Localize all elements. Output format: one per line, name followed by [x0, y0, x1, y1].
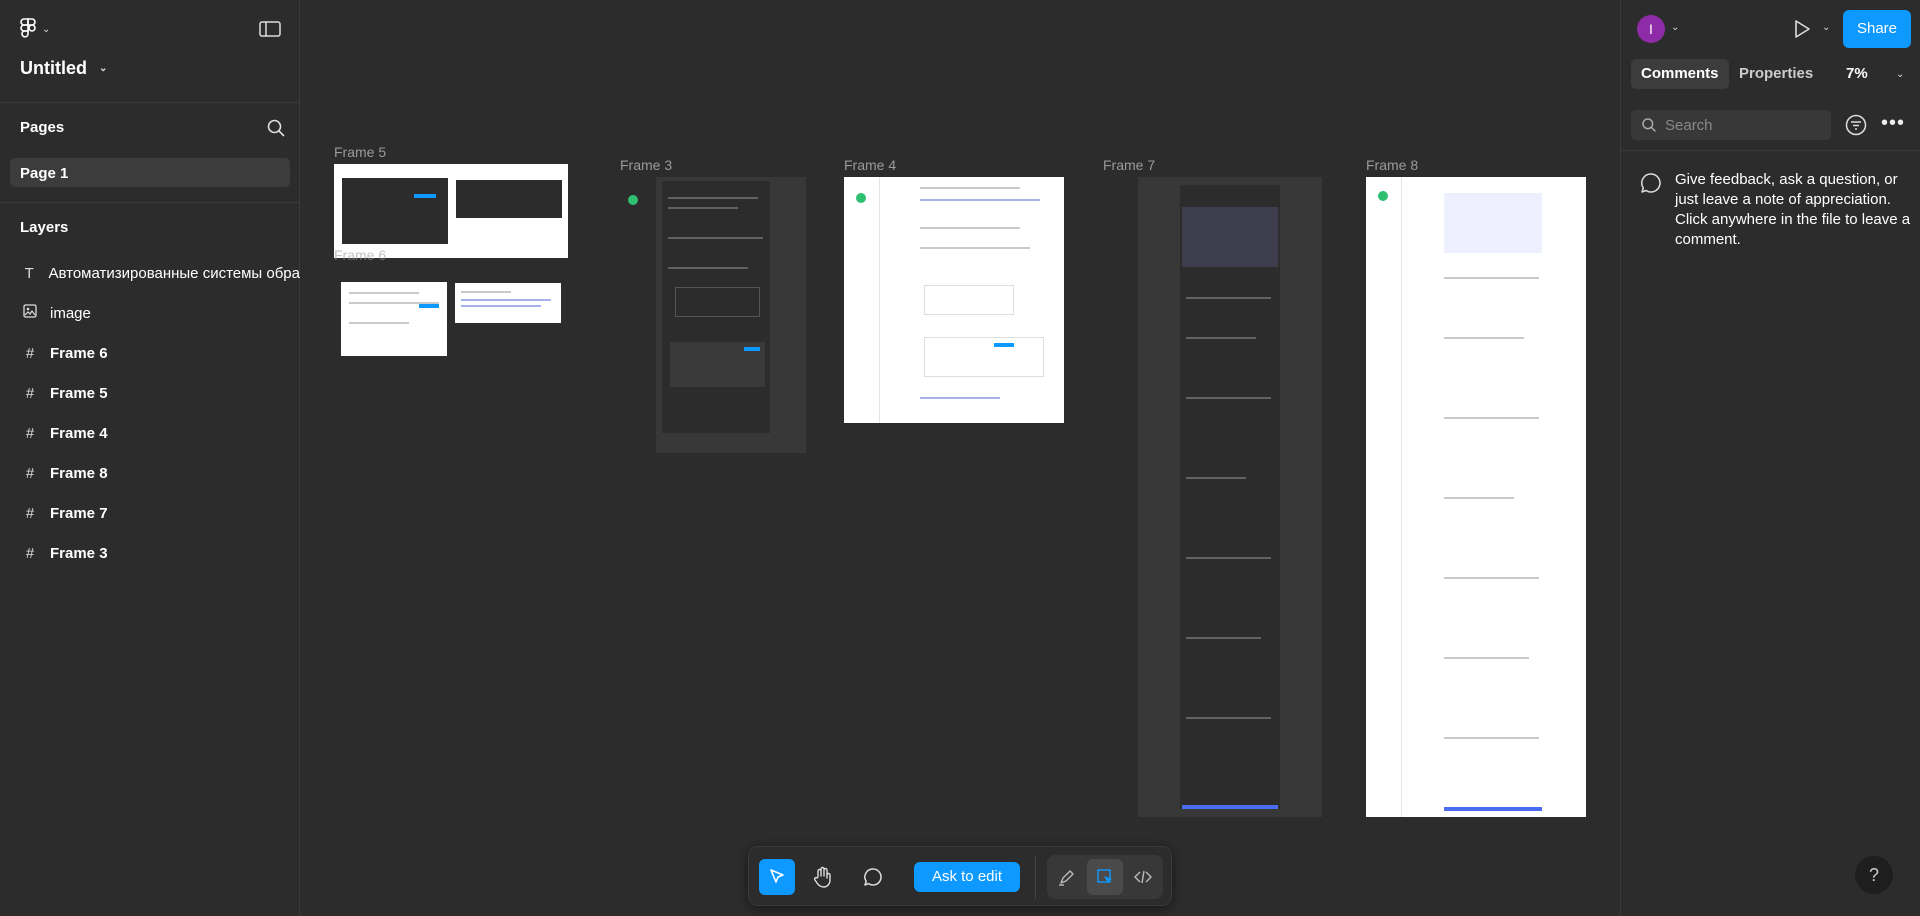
move-tool-button[interactable]	[759, 859, 795, 895]
layer-frame-6[interactable]: # Frame 6	[20, 339, 300, 367]
image-icon	[20, 304, 40, 322]
frame-label[interactable]: Frame 4	[844, 157, 896, 173]
file-title-text: Untitled	[20, 58, 87, 78]
layer-image[interactable]: image	[20, 299, 300, 327]
bottom-toolbar: Ask to edit	[748, 846, 1172, 906]
layer-label: Frame 4	[50, 424, 108, 442]
search-icon[interactable]	[266, 118, 286, 138]
frame-icon: #	[25, 464, 35, 482]
layer-frame-7[interactable]: # Frame 7	[20, 499, 300, 527]
frame-8[interactable]	[1366, 177, 1586, 817]
design-mode-button[interactable]	[1087, 859, 1123, 895]
chevron-down-icon: ⌄	[42, 23, 51, 35]
chevron-down-icon: ⌄	[99, 63, 108, 74]
figma-logo-icon	[20, 18, 36, 38]
hand-icon	[813, 866, 831, 888]
layer-label: Автоматизированные системы обра	[48, 264, 300, 282]
comments-search	[1631, 110, 1831, 140]
layer-label: Frame 5	[50, 384, 108, 402]
frame-label[interactable]: Frame 7	[1103, 157, 1155, 173]
comments-empty-hint: Give feedback, ask a question, or just l…	[1675, 171, 1911, 248]
chevron-down-icon[interactable]: ⌄	[1822, 22, 1830, 33]
chevron-down-icon[interactable]: ⌄	[1896, 69, 1904, 80]
canvas[interactable]: Frame 5 Frame 6 Frame 3 Frame 4 Frame 7 …	[300, 0, 1620, 916]
divider	[1621, 150, 1920, 151]
cursor-icon	[770, 869, 784, 883]
layer-frame-8[interactable]: # Frame 8	[20, 459, 300, 487]
frame-6-panel	[455, 283, 561, 323]
search-icon	[1642, 118, 1656, 132]
layer-text[interactable]: T Автоматизированные системы обра	[20, 259, 300, 287]
frame-label[interactable]: Frame 3	[620, 157, 672, 173]
design-icon	[1097, 869, 1112, 883]
frame-icon: #	[25, 544, 35, 562]
comment-icon	[1639, 171, 1663, 195]
chevron-down-icon[interactable]: ⌄	[1671, 22, 1679, 33]
text-icon: T	[24, 264, 34, 282]
frame-6[interactable]	[341, 282, 447, 356]
draw-mode-button[interactable]	[1049, 859, 1085, 895]
page-item-page-1[interactable]: Page 1	[10, 158, 290, 187]
left-sidebar: ⌄ Untitled ⌄ Pages Page 1 Layers T Автом…	[0, 0, 300, 916]
figma-app: ⌄ Untitled ⌄ Pages Page 1 Layers T Автом…	[0, 0, 1920, 916]
code-icon	[1134, 870, 1152, 884]
toggle-sidebar-icon[interactable]	[258, 19, 282, 39]
play-icon	[1795, 20, 1810, 38]
pages-heading: Pages	[20, 119, 65, 136]
comment-icon	[864, 868, 882, 886]
layer-label: Frame 3	[50, 544, 108, 562]
toolbar-separator	[1035, 855, 1036, 899]
more-options-icon[interactable]: •••	[1881, 113, 1905, 133]
layer-frame-3[interactable]: # Frame 3	[20, 539, 300, 567]
filter-icon[interactable]	[1844, 113, 1868, 137]
present-button[interactable]	[1791, 17, 1813, 41]
help-button[interactable]: ?	[1855, 856, 1893, 894]
frame-label[interactable]: Frame 8	[1366, 157, 1418, 173]
layer-frame-5[interactable]: # Frame 5	[20, 379, 300, 407]
layers-heading: Layers	[20, 219, 69, 236]
dev-mode-button[interactable]	[1125, 859, 1161, 895]
frame-5[interactable]	[334, 164, 568, 258]
comment-tool-button[interactable]	[855, 859, 891, 895]
frame-icon: #	[25, 504, 35, 522]
frame-icon: #	[25, 424, 35, 442]
search-input[interactable]	[1665, 116, 1825, 134]
avatar[interactable]: I	[1637, 15, 1665, 43]
zoom-level[interactable]: 7%	[1846, 65, 1868, 82]
right-panel: I ⌄ ⌄ Share Comments Properties 7% ⌄ •••…	[1620, 0, 1920, 916]
tab-properties[interactable]: Properties	[1729, 59, 1823, 89]
left-topbar: ⌄	[0, 0, 299, 58]
tab-comments[interactable]: Comments	[1631, 59, 1729, 89]
frame-icon: #	[25, 384, 35, 402]
frame-icon: #	[25, 344, 35, 362]
frame-3[interactable]	[620, 177, 806, 453]
ask-to-edit-button[interactable]: Ask to edit	[914, 862, 1020, 892]
main-menu-button[interactable]: ⌄	[20, 18, 50, 40]
divider	[0, 102, 300, 103]
share-button[interactable]: Share	[1843, 10, 1911, 48]
mode-switcher	[1047, 855, 1163, 899]
divider	[0, 202, 300, 203]
layer-frame-4[interactable]: # Frame 4	[20, 419, 300, 447]
layer-label: Frame 6	[50, 344, 108, 362]
frame-7[interactable]	[1138, 177, 1322, 817]
frame-4[interactable]	[844, 177, 1064, 423]
file-title[interactable]: Untitled ⌄	[20, 58, 107, 79]
frame-label[interactable]: Frame 6	[334, 247, 386, 263]
frame-label[interactable]: Frame 5	[334, 144, 386, 160]
layer-label: Frame 7	[50, 504, 108, 522]
pencil-icon	[1059, 870, 1074, 886]
hand-tool-button[interactable]	[805, 859, 841, 895]
layer-label: image	[50, 304, 91, 322]
layer-label: Frame 8	[50, 464, 108, 482]
